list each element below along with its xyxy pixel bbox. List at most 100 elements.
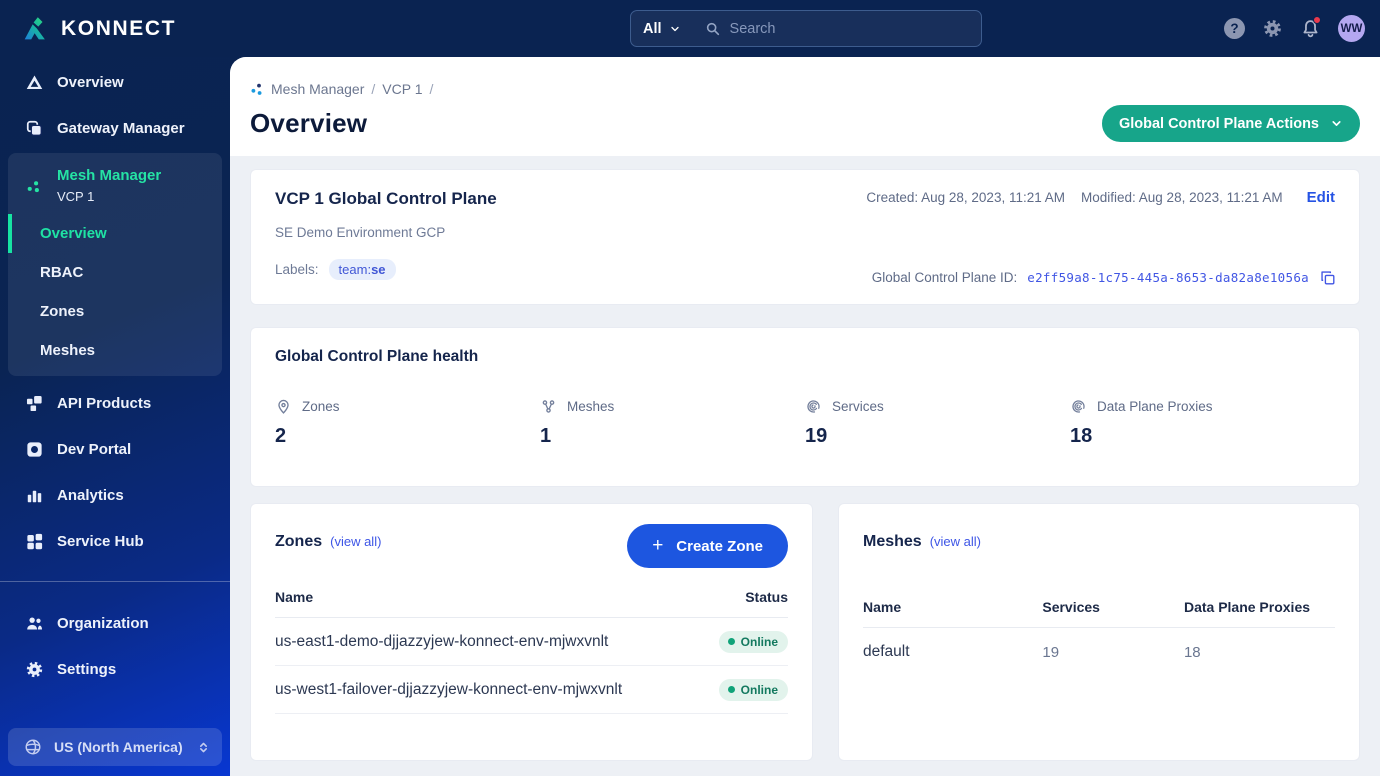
health-card: Global Control Plane health Zones 2 Mesh… bbox=[250, 327, 1360, 487]
sidebar-item-settings[interactable]: Settings bbox=[0, 646, 230, 692]
sidebar-item-overview[interactable]: Overview bbox=[0, 59, 230, 105]
copy-icon[interactable] bbox=[1319, 269, 1335, 285]
service-hub-grid-icon bbox=[25, 532, 44, 551]
region-label: US (North America) bbox=[54, 739, 183, 755]
gateway-manager-icon bbox=[25, 119, 44, 138]
breadcrumb-mesh-manager[interactable]: Mesh Manager bbox=[271, 81, 364, 97]
sidebar-item-gateway-manager[interactable]: Gateway Manager bbox=[0, 105, 230, 151]
mesh-table-row[interactable]: default 19 18 bbox=[863, 628, 1335, 676]
zone-name[interactable]: us-west1-failover-djjazzyjew-konnect-env… bbox=[275, 681, 708, 699]
mesh-manager-panel: Mesh Manager VCP 1 Overview RBAC Zones M… bbox=[8, 153, 222, 376]
help-button[interactable]: ? bbox=[1224, 18, 1245, 39]
status-badge: Online bbox=[718, 630, 788, 653]
zones-card-title: Zones bbox=[275, 533, 323, 550]
mesh-network-icon bbox=[540, 398, 557, 415]
control-plane-title: VCP 1 Global Control Plane bbox=[275, 189, 497, 208]
main-content: Mesh Manager / VCP 1 / Overview Global C… bbox=[230, 57, 1380, 776]
overview-triangle-icon bbox=[25, 73, 44, 92]
search-scope-dropdown[interactable]: All bbox=[643, 21, 681, 37]
notifications-bell-button[interactable] bbox=[1300, 16, 1321, 39]
meshes-view-all-link[interactable]: (view all) bbox=[930, 534, 981, 549]
mesh-proxies-count: 18 bbox=[1183, 643, 1201, 661]
control-plane-description: SE Demo Environment GCP bbox=[275, 225, 446, 240]
sidebar-item-api-products[interactable]: API Products bbox=[0, 380, 230, 426]
meshes-card: Meshes (view all) Name Services Data Pla… bbox=[838, 503, 1360, 761]
sidebar-subitem-meshes[interactable]: Meshes bbox=[8, 331, 222, 370]
sidebar-item-mesh-manager[interactable]: Mesh Manager VCP 1 bbox=[8, 153, 222, 214]
pin-icon bbox=[275, 398, 292, 415]
mesh-services-count: 19 bbox=[1042, 643, 1060, 661]
notification-badge bbox=[1313, 16, 1321, 24]
control-plane-id-value[interactable]: e2ff59a8-1c75-445a-8653-da82a8e1056a bbox=[1027, 270, 1309, 285]
page-header: Mesh Manager / VCP 1 / Overview Global C… bbox=[230, 57, 1380, 156]
chevron-down-icon bbox=[669, 23, 681, 35]
mesh-manager-label: Mesh Manager bbox=[57, 167, 162, 184]
mesh-manager-dots-icon bbox=[25, 167, 44, 196]
health-card-title: Global Control Plane health bbox=[275, 348, 479, 365]
label-badge-team-se[interactable]: team:se bbox=[328, 259, 396, 280]
question-mark-icon: ? bbox=[1230, 21, 1239, 36]
status-badge: Online bbox=[718, 678, 788, 701]
metric-value: 1 bbox=[540, 425, 552, 447]
search-input[interactable]: Search bbox=[730, 21, 776, 37]
sidebar-subitem-rbac[interactable]: RBAC bbox=[8, 253, 222, 292]
konnect-logo-icon bbox=[20, 14, 50, 44]
metric-label: Zones bbox=[302, 399, 340, 414]
topbar: KONNECT All Search ? WW bbox=[0, 0, 1380, 57]
metric-value: 2 bbox=[275, 425, 287, 447]
sidebar-item-analytics[interactable]: Analytics bbox=[0, 472, 230, 518]
sidebar-item-service-hub[interactable]: Service Hub bbox=[0, 518, 230, 564]
control-plane-id-label: Global Control Plane ID: bbox=[871, 269, 1018, 285]
zones-view-all-link[interactable]: (view all) bbox=[330, 534, 381, 549]
metric-zones: Zones 2 bbox=[275, 398, 540, 448]
region-selector[interactable]: US (North America) bbox=[8, 728, 222, 766]
analytics-bars-icon bbox=[25, 486, 44, 505]
meshes-card-title: Meshes bbox=[863, 533, 922, 550]
service-spiral-icon bbox=[1070, 398, 1087, 415]
sidebar-item-organization[interactable]: Organization bbox=[0, 600, 230, 646]
metric-label: Services bbox=[832, 399, 884, 414]
metric-label: Meshes bbox=[567, 399, 615, 414]
mesh-name[interactable]: default bbox=[863, 643, 1042, 661]
edit-link[interactable]: Edit bbox=[1307, 189, 1335, 206]
online-dot-icon bbox=[727, 638, 735, 645]
online-dot-icon bbox=[727, 686, 735, 693]
user-avatar[interactable]: WW bbox=[1338, 15, 1365, 42]
metric-value: 18 bbox=[1070, 425, 1093, 447]
zones-table-header: Name Status bbox=[275, 589, 788, 618]
metric-value: 19 bbox=[805, 425, 828, 447]
zone-name[interactable]: us-east1-demo-djjazzyjew-konnect-env-mjw… bbox=[275, 633, 708, 651]
service-spiral-icon bbox=[805, 398, 822, 415]
global-control-plane-actions-button[interactable]: Global Control Plane Actions bbox=[1101, 105, 1360, 142]
sidebar-subitem-overview[interactable]: Overview bbox=[8, 214, 222, 253]
updown-chevrons-icon bbox=[197, 741, 210, 754]
page-title: Overview bbox=[250, 108, 368, 138]
breadcrumb-control-plane[interactable]: VCP 1 bbox=[382, 81, 422, 97]
metric-label: Data Plane Proxies bbox=[1097, 399, 1213, 414]
breadcrumb: Mesh Manager / VCP 1 / bbox=[250, 81, 1360, 97]
created-timestamp: Created: Aug 28, 2023, 11:21 AM bbox=[866, 190, 1065, 205]
sidebar-subitem-zones[interactable]: Zones bbox=[8, 292, 222, 331]
zones-card: Zones (view all) + Create Zone Name Stat… bbox=[250, 503, 813, 761]
metric-services: Services 19 bbox=[805, 398, 1070, 448]
create-zone-button[interactable]: + Create Zone bbox=[627, 524, 788, 568]
zone-table-row[interactable]: us-east1-demo-djjazzyjew-konnect-env-mjw… bbox=[275, 618, 788, 666]
sidebar: Overview Gateway Manager Mesh Manager VC… bbox=[0, 57, 230, 776]
settings-gear-button[interactable] bbox=[1262, 18, 1283, 39]
konnect-logo[interactable]: KONNECT bbox=[20, 0, 176, 57]
organization-people-icon bbox=[25, 614, 44, 633]
api-products-icon bbox=[25, 394, 44, 413]
zone-table-row[interactable]: us-west1-failover-djjazzyjew-konnect-env… bbox=[275, 666, 788, 714]
control-plane-info-card: VCP 1 Global Control Plane SE Demo Envir… bbox=[250, 169, 1360, 305]
dev-portal-icon bbox=[25, 440, 44, 459]
global-search[interactable]: All Search bbox=[630, 10, 982, 47]
meshes-table-header: Name Services Data Plane Proxies bbox=[863, 599, 1335, 628]
control-plane-name: VCP 1 bbox=[57, 189, 95, 204]
sidebar-item-dev-portal[interactable]: Dev Portal bbox=[0, 426, 230, 472]
search-icon bbox=[705, 21, 721, 37]
plus-icon: + bbox=[652, 535, 664, 556]
metric-data-plane-proxies: Data Plane Proxies 18 bbox=[1070, 398, 1335, 448]
modified-timestamp: Modified: Aug 28, 2023, 11:21 AM bbox=[1081, 190, 1283, 205]
labels-label: Labels: bbox=[275, 262, 319, 277]
metric-meshes: Meshes 1 bbox=[540, 398, 805, 448]
